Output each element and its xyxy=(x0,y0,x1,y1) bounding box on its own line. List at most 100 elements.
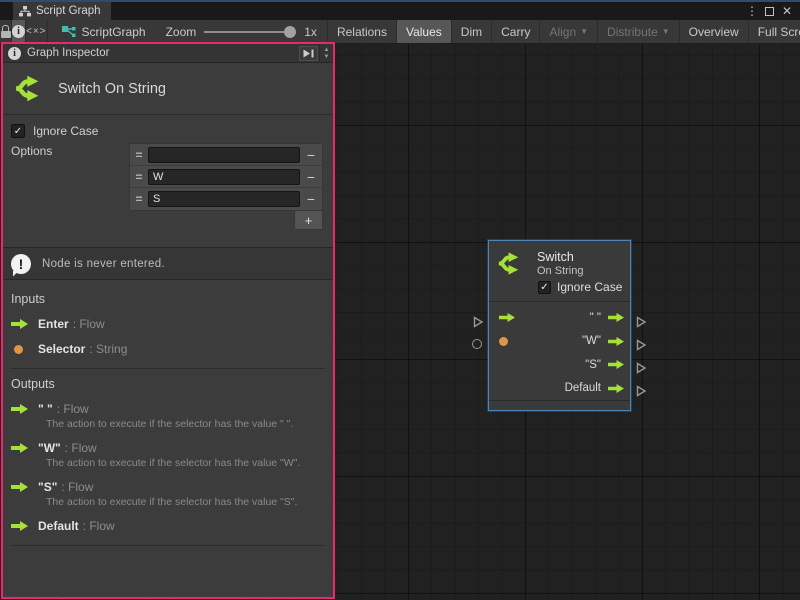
tab-label: Script Graph xyxy=(36,5,101,17)
toolbar-button-align[interactable]: Align ▼ xyxy=(540,20,598,43)
checkbox-checked[interactable]: ✓ xyxy=(538,281,551,294)
drag-handle-icon[interactable]: = xyxy=(130,170,148,184)
warning-banner: ! Node is never entered. xyxy=(3,247,333,280)
info-icon: i xyxy=(8,47,21,60)
node-footer xyxy=(489,400,630,410)
output-row-space: " " : Flow xyxy=(11,402,325,416)
dock-right-icon xyxy=(303,49,314,58)
node-title: Switch xyxy=(537,250,583,264)
remove-option-button[interactable]: − xyxy=(300,169,322,185)
toolbar-button-values[interactable]: Values xyxy=(397,20,452,43)
enter-port[interactable] xyxy=(499,313,515,322)
inspector-title: Graph Inspector xyxy=(27,47,109,59)
flow-arrow-icon xyxy=(11,404,29,414)
drag-handle-icon[interactable]: = xyxy=(130,192,148,206)
remove-option-button[interactable]: − xyxy=(300,147,322,163)
input-row-enter: Enter : Flow xyxy=(11,317,325,331)
zoom-label: Zoom xyxy=(166,25,197,39)
output-port-space[interactable]: " " xyxy=(590,312,630,324)
node-enter-port-outer[interactable] xyxy=(472,315,484,333)
flow-arrow-icon xyxy=(11,482,29,492)
option-row: = − xyxy=(130,166,322,188)
warning-text: Node is never entered. xyxy=(42,258,165,270)
output-description: The action to execute if the selector ha… xyxy=(46,457,325,469)
option-value-input[interactable] xyxy=(148,169,300,185)
script-graph-icon xyxy=(62,26,76,38)
chevron-down-icon: ▼ xyxy=(580,27,588,36)
zoom-control: Zoom 1x xyxy=(156,20,327,43)
output-row-default: Default : Flow xyxy=(11,519,325,533)
menu-icon[interactable]: ⋮ xyxy=(745,4,759,18)
inputs-heading: Inputs xyxy=(11,292,325,306)
port-outer-w[interactable] xyxy=(635,338,647,356)
tab-script-graph[interactable]: Script Graph xyxy=(13,2,111,20)
tab-bar: Script Graph ⋮ ✕ xyxy=(0,2,800,20)
selector-port[interactable] xyxy=(499,337,508,346)
string-port-icon xyxy=(11,345,29,354)
script-graph-window: Script Graph ⋮ ✕ i <×> ScriptG xyxy=(0,0,800,600)
zoom-slider-track xyxy=(204,31,296,33)
warning-icon: ! xyxy=(11,254,31,274)
checkbox-checked[interactable]: ✓ xyxy=(11,124,25,138)
node-switch-on-string[interactable]: Switch On String ✓ Ignore Case " " xyxy=(488,240,631,411)
graph-inspector-panel: i Graph Inspector ▲ ▼ Switch On String xyxy=(1,42,335,599)
zoom-value: 1x xyxy=(304,25,317,39)
port-outer-space[interactable] xyxy=(635,315,647,333)
zoom-slider-handle[interactable] xyxy=(284,26,296,38)
flow-arrow-icon xyxy=(608,384,624,393)
toolbar-button-relations[interactable]: Relations xyxy=(327,20,397,43)
remove-option-button[interactable]: − xyxy=(300,191,322,207)
code-icon: <×> xyxy=(26,26,47,37)
node-selector-port-outer[interactable] xyxy=(472,339,482,349)
lock-icon xyxy=(0,25,11,38)
window-controls: ⋮ ✕ xyxy=(745,2,800,20)
section-divider xyxy=(11,545,325,546)
output-description: The action to execute if the selector ha… xyxy=(46,418,325,430)
toolbar-button-distribute[interactable]: Distribute ▼ xyxy=(598,20,680,43)
outputs-heading: Outputs xyxy=(11,377,325,391)
info-icon: i xyxy=(12,25,25,38)
toolbar-button-overview[interactable]: Overview xyxy=(680,20,749,43)
lock-button[interactable] xyxy=(0,20,12,43)
switch-icon xyxy=(497,250,524,277)
flow-arrow-icon xyxy=(608,360,624,369)
port-outer-default[interactable] xyxy=(635,384,647,402)
node-ports: " " "W" "S" xyxy=(489,302,630,400)
code-view-button[interactable]: <×> xyxy=(26,20,48,43)
inputs-section: Inputs Enter : Flow Selector : String xyxy=(3,280,333,369)
zoom-slider[interactable] xyxy=(204,26,296,38)
outputs-section: Outputs " " : Flow The action to execute… xyxy=(3,377,333,546)
graph-hierarchy-icon xyxy=(19,6,31,17)
check-icon: ✓ xyxy=(540,282,548,293)
output-port-w[interactable]: "W" xyxy=(582,335,630,347)
close-icon[interactable]: ✕ xyxy=(780,4,794,18)
toolbar-button-fullscreen[interactable]: Full Screen xyxy=(749,20,800,43)
inspector-scroll-buttons[interactable]: ▲ ▼ xyxy=(319,44,333,63)
output-port-s[interactable]: "S" xyxy=(585,359,630,371)
add-option-button[interactable]: + xyxy=(294,211,323,230)
maximize-icon[interactable] xyxy=(765,7,774,16)
port-outer-s[interactable] xyxy=(635,361,647,379)
toolbar-button-dim[interactable]: Dim xyxy=(452,20,492,43)
option-value-input[interactable] xyxy=(148,191,300,207)
inspected-node-header: Switch On String xyxy=(3,63,333,115)
options-setting: Options = − = − = xyxy=(3,143,333,235)
drag-handle-icon[interactable]: = xyxy=(130,148,148,162)
scroll-up-icon[interactable]: ▲ xyxy=(324,47,330,53)
ignore-case-setting[interactable]: ✓ Ignore Case xyxy=(11,124,333,138)
node-subtitle: On String xyxy=(537,265,583,277)
node-header[interactable]: Switch On String xyxy=(489,241,630,277)
inspector-toggle-button[interactable]: i xyxy=(12,20,26,43)
flow-arrow-icon xyxy=(11,443,29,453)
dock-right-button[interactable] xyxy=(299,46,318,61)
option-value-input[interactable] xyxy=(148,147,300,163)
node-ignore-case-checkbox[interactable]: ✓ Ignore Case xyxy=(538,280,630,294)
flow-arrow-icon xyxy=(11,521,29,531)
switch-icon xyxy=(14,73,45,104)
output-port-default[interactable]: Default xyxy=(565,382,630,394)
scroll-down-icon[interactable]: ▼ xyxy=(324,54,330,60)
toolbar-button-carry[interactable]: Carry xyxy=(492,20,540,43)
option-row: = − xyxy=(130,188,322,210)
graph-breadcrumb[interactable]: ScriptGraph xyxy=(48,20,156,43)
chevron-down-icon: ▼ xyxy=(662,27,670,36)
